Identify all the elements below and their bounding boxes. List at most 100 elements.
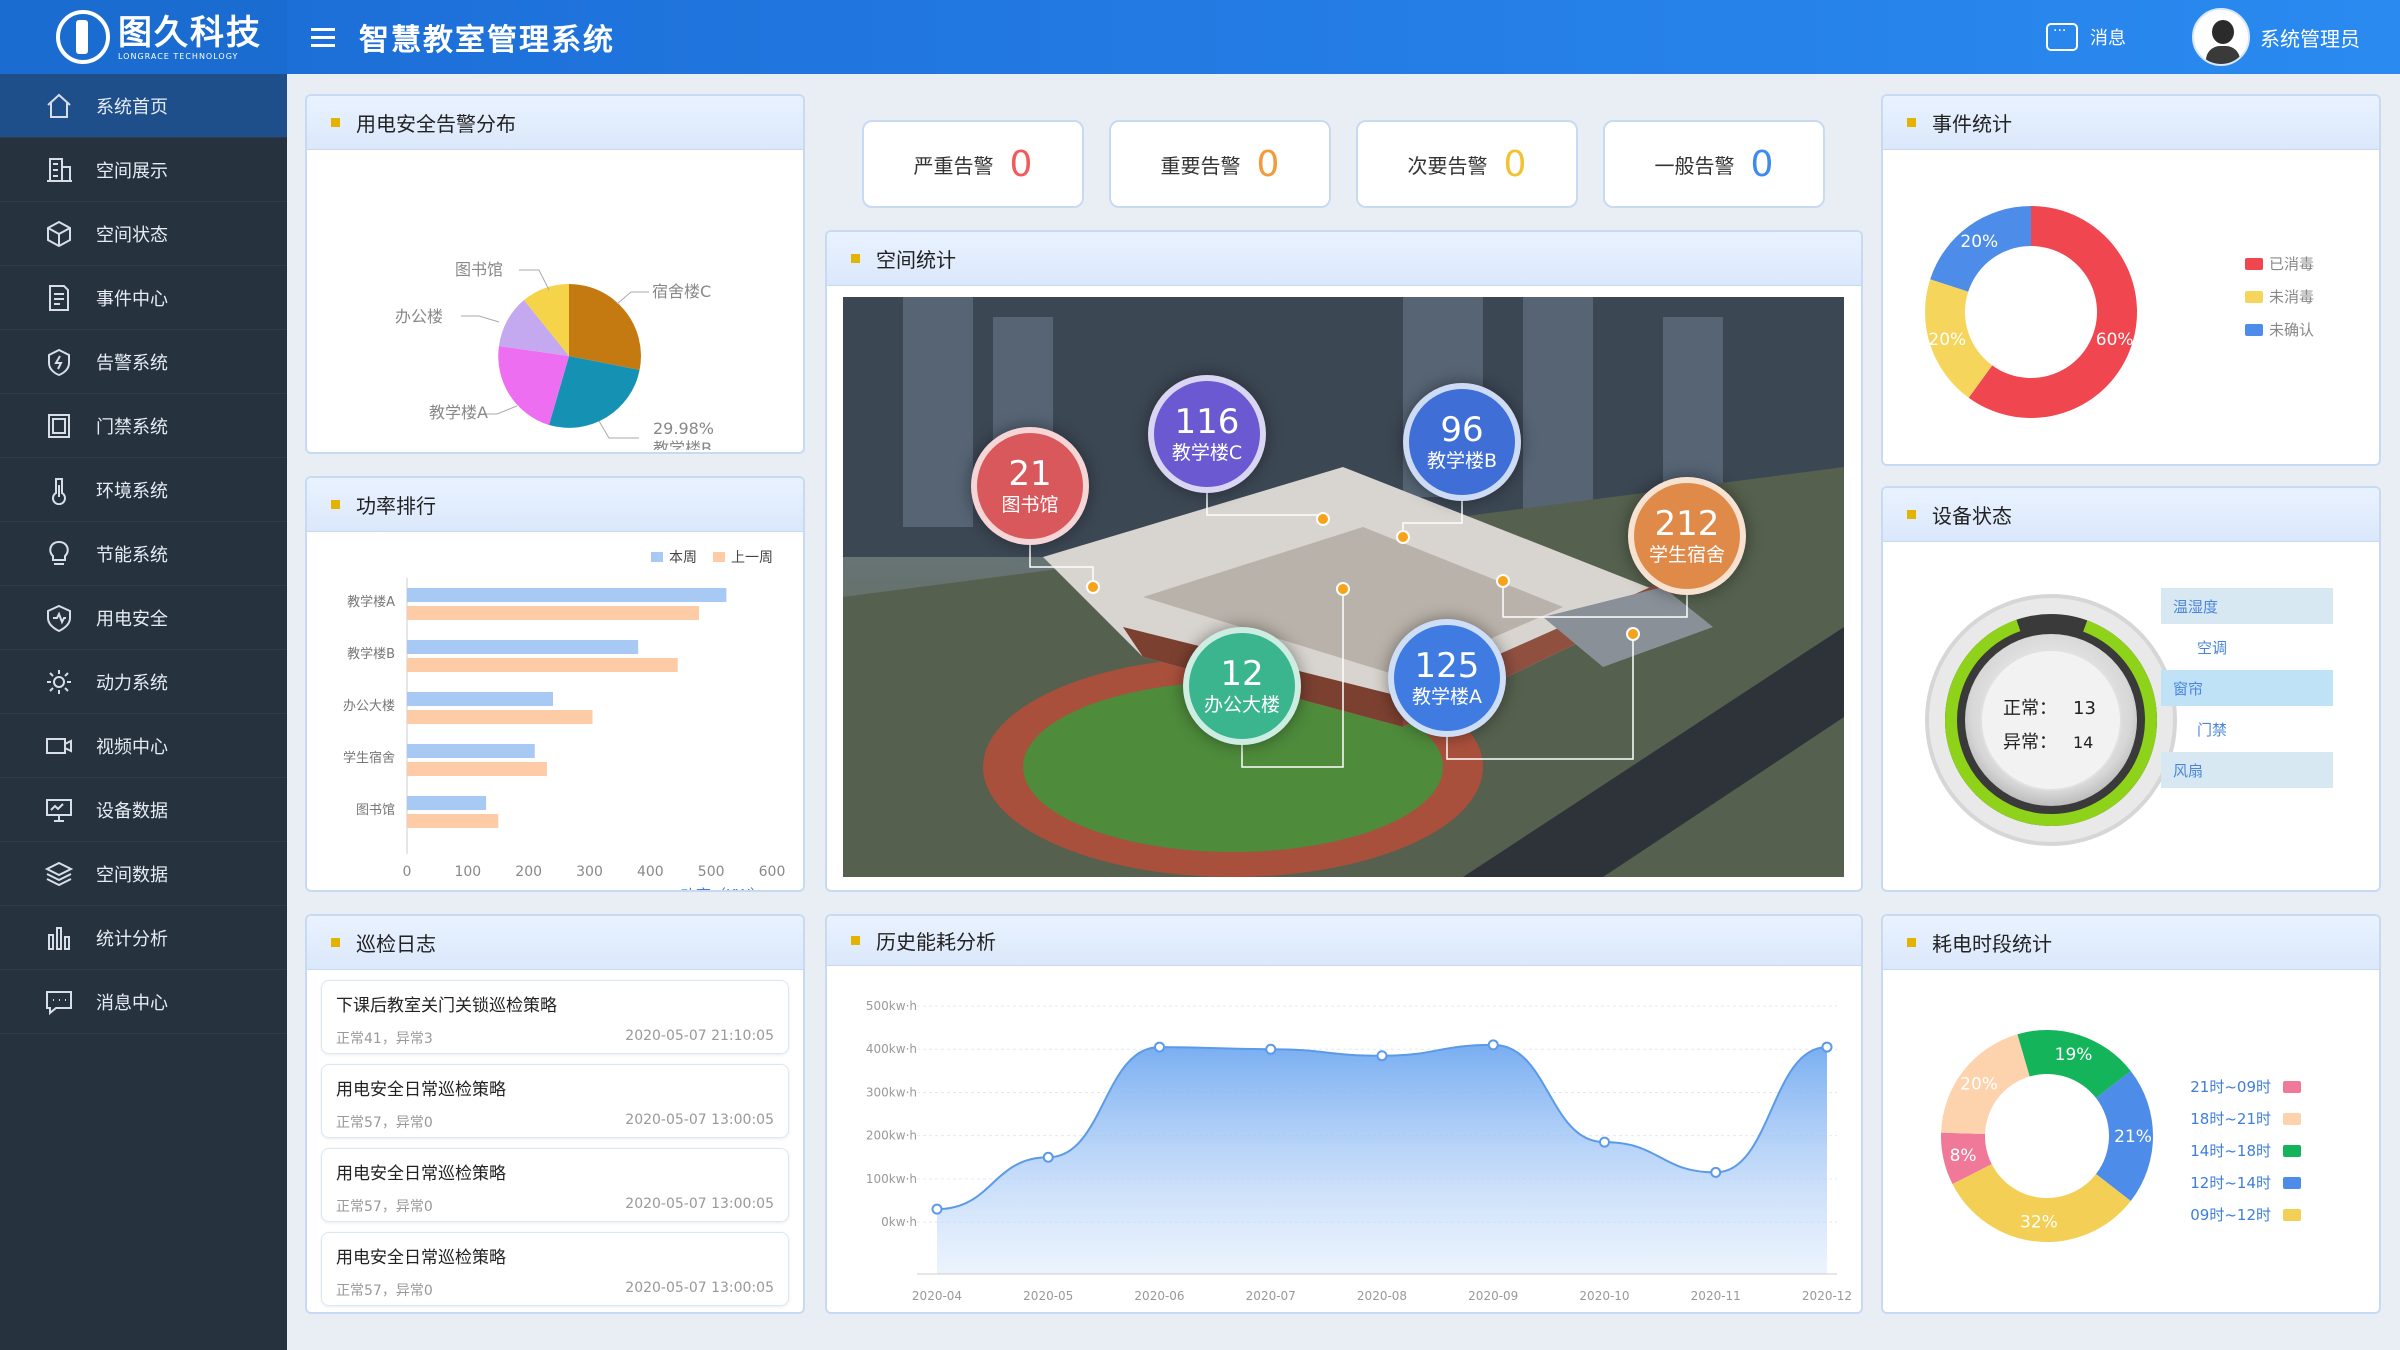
logo-subtext: LONGRACE TECHNOLOGY <box>118 51 239 61</box>
panel-title: 设备状态 <box>1932 504 2012 528</box>
alarm-label: 严重告警 <box>913 153 994 178</box>
sidebar-item-layers[interactable]: 空间数据 <box>0 842 287 906</box>
log-status: 正常57，异常0 <box>336 1283 433 1299</box>
alarm-card[interactable]: 次要告警 0 <box>1356 120 1578 208</box>
log-item[interactable]: 用电安全日常巡检策略正常57，异常0 2020-05-07 13:00:05 <box>321 1064 789 1138</box>
bar-本周 <box>407 588 727 602</box>
x-tick-label: 2020-09 <box>1468 1289 1518 1303</box>
space-bubble[interactable]: 116 教学楼C <box>1148 375 1266 493</box>
log-time: 2020-05-07 13:00:05 <box>625 1112 774 1128</box>
user-name[interactable]: 系统管理员 <box>2260 23 2360 52</box>
sidebar-item-label: 用电安全 <box>96 608 168 630</box>
sidebar-item-bar-chart[interactable]: 统计分析 <box>0 906 287 970</box>
legend-label: 12时~14时 <box>2190 1174 2271 1192</box>
sidebar-item-label: 系统首页 <box>96 96 168 118</box>
space-count: 116 <box>1174 402 1240 442</box>
space-count: 12 <box>1220 654 1264 694</box>
data-point <box>1042 1151 1054 1163</box>
sidebar-item-home[interactable]: 系统首页 <box>0 74 287 138</box>
y-tick-label: 教学楼A <box>347 594 395 610</box>
sidebar-item-shield[interactable]: 用电安全 <box>0 586 287 650</box>
sidebar-item-document[interactable]: 事件中心 <box>0 266 287 330</box>
alarm-card[interactable]: 严重告警 0 <box>862 120 1084 208</box>
location-pin-icon <box>1086 580 1100 594</box>
sidebar-menu: 系统首页空间展示空间状态事件中心 告警系统 门禁系统 环境系统 节能系统用电安全动力系统… <box>0 74 287 1034</box>
device-name[interactable]: 窗帘 <box>2173 680 2203 698</box>
video-icon <box>42 729 76 763</box>
sidebar-item-building[interactable]: 空间展示 <box>0 138 287 202</box>
y-tick-label: 200kw·h <box>866 1129 917 1143</box>
alarm-count: 0 <box>1503 143 1527 185</box>
log-status: 正常57，异常0 <box>336 1115 433 1131</box>
bar-上一周 <box>407 814 499 828</box>
hamburger-menu-icon[interactable] <box>311 23 335 52</box>
power-period-panel: 耗电时段统计 8% 20% 19% 21% 32% 21时~09时 18时~21时 14时~1… <box>1881 914 2381 1314</box>
sidebar-item-thermometer[interactable]: 环境系统 <box>0 458 287 522</box>
x-tick-label: 2020-08 <box>1357 1289 1407 1303</box>
log-title: 用电安全日常巡检策略 <box>336 1164 506 1184</box>
space-bubble[interactable]: 212 学生宿舍 <box>1628 477 1746 595</box>
log-item[interactable]: 用电安全日常巡检策略 正常57，异常0 2020-05-07 13:00:05 <box>321 1148 789 1222</box>
pie-label-library: 图书馆 <box>455 260 503 279</box>
top-header: 智慧教室管理系统 消息 系统管理员 <box>287 0 2400 74</box>
avatar[interactable] <box>2192 8 2250 66</box>
alarm-label: 次要告警 <box>1407 153 1488 178</box>
sidebar-item-gear[interactable]: 动力系统 <box>0 650 287 714</box>
sidebar-item-chat[interactable]: 消息中心 <box>0 970 287 1034</box>
log-status: 正常57，异常0 <box>336 1199 433 1215</box>
sidebar-item-bulb[interactable]: 节能系统 <box>0 522 287 586</box>
legend-swatch <box>2245 291 2263 303</box>
pie-label-teachB-pct: 29.98% <box>653 419 714 438</box>
door-icon <box>42 409 76 443</box>
space-bubble[interactable]: 96 教学楼B <box>1403 383 1521 501</box>
space-name: 办公大楼 <box>1203 694 1280 716</box>
sidebar-item-video[interactable]: 视频中心 <box>0 714 287 778</box>
alarm-card[interactable]: 一般告警 0 <box>1603 120 1825 208</box>
log-list: 下课后教室关门关锁巡检策略 正常41，异常3 2020-05-07 21:10:05… <box>307 980 803 1306</box>
space-count: 125 <box>1414 646 1480 686</box>
space-bubble[interactable]: 21 图书馆 <box>971 427 1089 545</box>
y-tick-label: 300kw·h <box>866 1085 917 1099</box>
bar-chart-icon <box>42 921 76 955</box>
space-bubble[interactable]: 12 办公大楼 <box>1183 627 1301 745</box>
alarm-count: 0 <box>1256 143 1280 185</box>
log-title: 用电安全日常巡检策略 <box>336 1080 506 1100</box>
device-name[interactable]: 门禁 <box>2197 721 2227 739</box>
alarm-card[interactable]: 重要告警 0 <box>1109 120 1331 208</box>
donut-value-label: 20% <box>1928 330 1966 350</box>
donut-value-label: 32% <box>2020 1213 2058 1233</box>
log-item[interactable]: 下课后教室关门关锁巡检策略 正常41，异常3 2020-05-07 21:10:05 <box>321 980 789 1054</box>
device-name[interactable]: 空调 <box>2197 639 2227 657</box>
space-name: 教学楼C <box>1171 442 1243 464</box>
sidebar-item-cube[interactable]: 空间状态 <box>0 202 287 266</box>
device-name[interactable]: 风扇 <box>2173 762 2203 780</box>
panel-title: 用电安全告警分布 <box>356 112 516 136</box>
donut-value-label: 20% <box>1960 232 1998 252</box>
sidebar-item-door[interactable]: 门禁系统 <box>0 394 287 458</box>
sidebar-item-label: 动力系统 <box>96 672 168 694</box>
event-donut-chart: 60% 20% 20% 已消毒未消毒未确认 <box>1925 206 2314 418</box>
device-name[interactable]: 温湿度 <box>2173 598 2218 616</box>
monitor-icon <box>42 793 76 827</box>
legend-label: 上一周 <box>731 550 773 566</box>
space-name: 教学楼A <box>1412 686 1482 708</box>
space-bubble[interactable]: 125 教学楼A <box>1388 619 1506 737</box>
area-fill <box>937 1044 1827 1274</box>
alarm-label: 一般告警 <box>1654 153 1735 178</box>
sidebar-item-monitor[interactable]: 设备数据 <box>0 778 287 842</box>
messages-button[interactable]: 消息 <box>2046 23 2126 51</box>
data-point <box>1376 1050 1388 1062</box>
sidebar-item-label: 空间状态 <box>96 224 168 246</box>
legend-swatch <box>713 552 725 562</box>
campus-aerial-image: 21 图书馆 116 教学楼C 96 教学楼B 212 学生宿舍 12 办公大楼 125 教学楼A <box>843 297 1844 877</box>
data-point <box>931 1203 943 1215</box>
y-tick-label: 500kw·h <box>866 999 917 1013</box>
sidebar-item-alarm[interactable]: 告警系统 <box>0 330 287 394</box>
log-time: 2020-05-07 21:10:05 <box>625 1028 774 1044</box>
power-bar-chart: 教学楼A 教学楼B 办公大楼学生宿舍图书馆 0 100 200 300 400 500 600 功率… <box>343 550 785 890</box>
bar-上一周 <box>407 762 547 776</box>
home-icon <box>42 89 76 123</box>
donut-value-label: 19% <box>2055 1045 2093 1065</box>
legend-swatch <box>2245 324 2263 336</box>
log-item[interactable]: 用电安全日常巡检策略 正常57，异常0 2020-05-07 13:00:05 <box>321 1232 789 1306</box>
